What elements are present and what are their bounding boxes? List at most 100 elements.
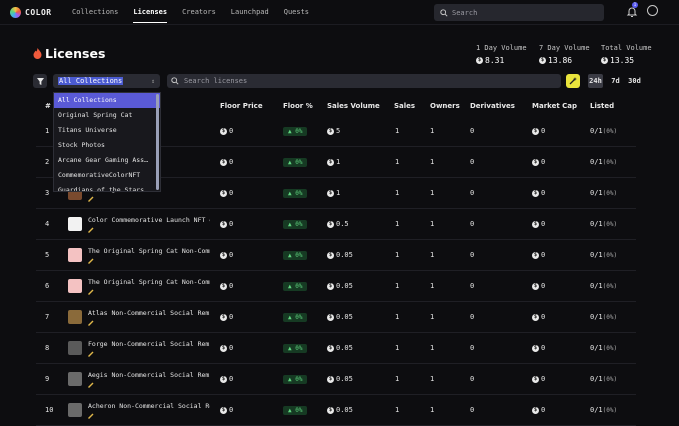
col-derivatives[interactable]: Derivatives bbox=[470, 102, 515, 110]
sales-count: 1 bbox=[395, 158, 400, 166]
license-name[interactable]: Atlas Non-Commercial Social Remix bbox=[88, 309, 210, 317]
col-floor-price[interactable]: Floor Price bbox=[220, 102, 263, 110]
timeframe-24h[interactable]: 24h bbox=[588, 74, 603, 88]
pencil-icon bbox=[88, 227, 94, 233]
table-row[interactable]: 7 Atlas Non-Commercial Social Remix $0 ▲… bbox=[36, 302, 636, 333]
magic-wand-button[interactable] bbox=[566, 74, 580, 88]
license-search-placeholder: Search licenses bbox=[184, 77, 248, 85]
col-sales[interactable]: Sales bbox=[394, 102, 415, 110]
listed-ratio: 0/1 bbox=[590, 282, 603, 290]
license-name[interactable]: Color Commemorative Launch NFT #2… bbox=[88, 216, 210, 224]
table-row[interactable]: 8 Forge Non-Commercial Social Remix $0 ▲… bbox=[36, 333, 636, 364]
col-market-cap[interactable]: Market Cap bbox=[532, 102, 577, 110]
dropdown-option[interactable]: CommemorativeColorNFT bbox=[54, 168, 160, 183]
coin-icon: $ bbox=[220, 344, 227, 352]
coin-icon: $ bbox=[601, 57, 608, 64]
listed-pct: (0%) bbox=[602, 407, 618, 414]
dropdown-option[interactable]: Guardians of the Stars bbox=[54, 183, 160, 191]
sales-volume: 0.05 bbox=[336, 251, 353, 259]
floor-price: 0 bbox=[229, 313, 234, 321]
nav-quests[interactable]: Quests bbox=[284, 8, 309, 16]
coin-icon: $ bbox=[532, 344, 539, 352]
table-row[interactable]: 9 Aegis Non-Commercial Social Remix $0 ▲… bbox=[36, 364, 636, 395]
license-thumbnail[interactable] bbox=[68, 341, 82, 355]
license-thumbnail[interactable] bbox=[68, 310, 82, 324]
user-icon[interactable] bbox=[647, 5, 658, 16]
pencil-icon bbox=[88, 351, 94, 357]
sales-count: 1 bbox=[395, 406, 400, 414]
license-thumbnail[interactable] bbox=[68, 372, 82, 386]
license-thumbnail[interactable] bbox=[68, 279, 82, 293]
pencil-icon bbox=[88, 320, 94, 326]
nav-launchpad[interactable]: Launchpad bbox=[231, 8, 269, 16]
market-cap: 0 bbox=[541, 127, 546, 135]
dropdown-option[interactable]: All Collections bbox=[54, 93, 160, 108]
floor-price: 0 bbox=[229, 220, 234, 228]
floor-pct-badge: ▲ 0% bbox=[283, 158, 308, 167]
derivatives-count: 0 bbox=[470, 282, 475, 290]
col-floor-pct[interactable]: Floor % bbox=[283, 102, 313, 110]
listed-pct: (0%) bbox=[602, 345, 618, 352]
dropdown-option[interactable]: Stock Photos bbox=[54, 138, 160, 153]
coin-icon: $ bbox=[327, 282, 334, 290]
floor-pct-value: 0% bbox=[295, 407, 303, 414]
collection-dropdown: All Collections Original Spring Cat Tita… bbox=[53, 92, 161, 192]
floor-pct-badge: ▲ 0% bbox=[283, 220, 308, 229]
nav-creators[interactable]: Creators bbox=[182, 8, 216, 16]
floor-pct-badge: ▲ 0% bbox=[283, 251, 308, 260]
dropdown-option[interactable]: Original Spring Cat bbox=[54, 108, 160, 123]
search-icon bbox=[440, 8, 448, 17]
table-row[interactable]: 10 Acheron Non-Commercial Social Remi… $… bbox=[36, 395, 636, 426]
bell-icon[interactable] bbox=[626, 6, 638, 18]
logo[interactable]: COLOR bbox=[10, 6, 57, 18]
filter-icon bbox=[36, 77, 44, 85]
dropdown-option[interactable]: Titans Universe bbox=[54, 123, 160, 138]
volume-total-label: Total Volume bbox=[601, 44, 652, 52]
owners-count: 1 bbox=[430, 282, 435, 290]
floor-pct-value: 0% bbox=[295, 128, 303, 135]
floor-price: 0 bbox=[229, 158, 234, 166]
license-name[interactable]: Forge Non-Commercial Social Remix bbox=[88, 340, 210, 348]
license-name[interactable]: The Original Spring Cat Non-Comme… bbox=[88, 278, 210, 286]
license-name[interactable]: Acheron Non-Commercial Social Remi… bbox=[88, 402, 210, 410]
floor-pct-value: 0% bbox=[295, 221, 303, 228]
license-name[interactable]: The Original Spring Cat Non-Comme… bbox=[88, 247, 210, 255]
coin-icon: $ bbox=[532, 406, 539, 414]
nav-collections[interactable]: Collections bbox=[72, 8, 118, 16]
license-thumbnail[interactable] bbox=[68, 217, 82, 231]
sales-count: 1 bbox=[395, 344, 400, 352]
timeframe-7d[interactable]: 7d bbox=[608, 74, 623, 88]
listed-ratio: 0/1 bbox=[590, 251, 603, 259]
listed-pct: (0%) bbox=[602, 190, 618, 197]
dropdown-scrollbar[interactable] bbox=[156, 94, 159, 190]
pencil-icon bbox=[88, 289, 94, 295]
page-title: Licenses bbox=[33, 46, 105, 61]
col-sales-volume[interactable]: Sales Volume bbox=[327, 102, 380, 110]
license-name[interactable]: Aegis Non-Commercial Social Remix bbox=[88, 371, 210, 379]
global-search-input[interactable]: Search bbox=[434, 4, 604, 21]
pencil-icon bbox=[88, 258, 94, 264]
floor-pct-badge: ▲ 0% bbox=[283, 313, 308, 322]
row-rank: 7 bbox=[45, 313, 50, 321]
table-row[interactable]: 4 Color Commemorative Launch NFT #2… $0 … bbox=[36, 209, 636, 240]
timeframe-30d[interactable]: 30d bbox=[627, 74, 642, 88]
table-row[interactable]: 6 The Original Spring Cat Non-Comme… $0 … bbox=[36, 271, 636, 302]
col-listed[interactable]: Listed bbox=[590, 102, 614, 110]
owners-count: 1 bbox=[430, 189, 435, 197]
table-row[interactable]: 5 The Original Spring Cat Non-Comme… $0 … bbox=[36, 240, 636, 271]
col-owners[interactable]: Owners bbox=[430, 102, 460, 110]
license-search-input[interactable]: Search licenses bbox=[167, 74, 561, 88]
market-cap: 0 bbox=[541, 158, 546, 166]
filter-button[interactable] bbox=[33, 74, 47, 88]
collection-select[interactable]: All Collections ⇕ bbox=[53, 74, 160, 88]
row-rank: 6 bbox=[45, 282, 50, 290]
magic-wand-icon bbox=[569, 77, 577, 85]
dropdown-option[interactable]: Arcane Gear Gaming Ass… bbox=[54, 153, 160, 168]
license-thumbnail[interactable] bbox=[68, 248, 82, 262]
owners-count: 1 bbox=[430, 220, 435, 228]
floor-pct-badge: ▲ 0% bbox=[283, 189, 308, 198]
floor-price: 0 bbox=[229, 251, 234, 259]
market-cap: 0 bbox=[541, 344, 546, 352]
nav-licenses[interactable]: Licenses bbox=[133, 8, 168, 23]
floor-price: 0 bbox=[229, 189, 234, 197]
